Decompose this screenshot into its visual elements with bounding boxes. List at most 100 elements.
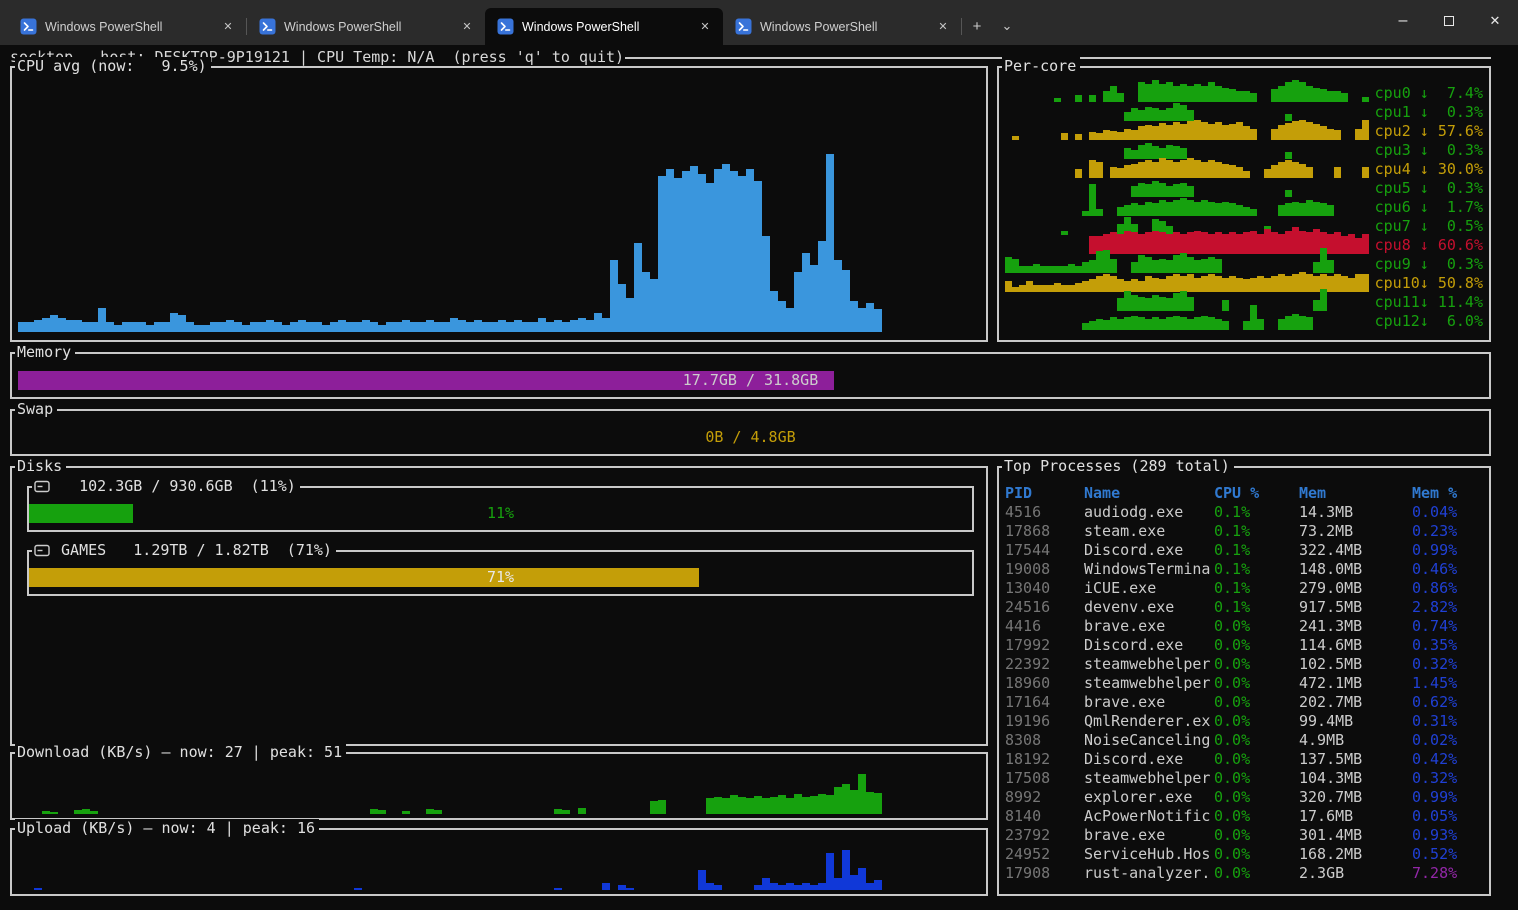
cell-cpu: 0.0% <box>1214 636 1299 655</box>
chart-bar <box>178 315 186 332</box>
chart-bar <box>514 320 522 332</box>
close-tab-icon[interactable]: ✕ <box>220 19 236 35</box>
tab-title: Windows PowerShell <box>45 20 212 34</box>
chart-bar <box>506 322 514 332</box>
cell-cpu: 0.0% <box>1214 750 1299 769</box>
chart-bar <box>442 322 450 332</box>
cell-pid: 24516 <box>1005 598 1084 617</box>
chart-bar <box>746 169 754 332</box>
chart-bar <box>42 811 50 814</box>
chart-bar <box>154 322 162 332</box>
disk-games-meter: 71% <box>29 568 972 587</box>
tab-title: Windows PowerShell <box>284 20 451 34</box>
swap-meter: 0B / 4.8GB <box>18 428 1483 447</box>
chart-bar <box>850 790 858 814</box>
disks-title: Disks <box>15 457 66 476</box>
cell-pid: 8992 <box>1005 788 1084 807</box>
process-row: 24516devenv.exe0.1%917.5MB2.82% <box>1005 598 1487 617</box>
tab-title: Windows PowerShell <box>760 20 927 34</box>
process-row: 22392steamwebhelper0.0%102.5MB0.32% <box>1005 655 1487 674</box>
chart-bar <box>314 322 322 332</box>
tab-windows-powershell-1[interactable]: Windows PowerShell ✕ <box>8 8 246 45</box>
disk-icon <box>34 544 50 557</box>
chart-bar <box>90 811 98 814</box>
process-row: 17544Discord.exe0.1%322.4MB0.99% <box>1005 541 1487 560</box>
titlebar-drag-region[interactable] <box>1022 0 1380 45</box>
terminal-viewport[interactable]: socktop — host: DESKTOP-9P19121 | CPU Te… <box>0 45 1518 910</box>
disk-games-pct-label: 71% <box>29 568 972 587</box>
cell-name: brave.exe <box>1084 617 1214 636</box>
chart-bar <box>402 811 410 814</box>
cell-cpu: 0.1% <box>1214 560 1299 579</box>
chart-bar <box>866 303 874 332</box>
chart-bar <box>554 888 562 891</box>
chart-bar <box>530 322 538 332</box>
chart-bar <box>66 320 74 332</box>
cell-cpu: 0.0% <box>1214 769 1299 788</box>
core-row-cpu12: cpu12↓ 6.0% <box>1005 312 1485 331</box>
chart-bar <box>458 320 466 332</box>
cell-cpu: 0.0% <box>1214 617 1299 636</box>
cell-mem: 2.3GB <box>1299 864 1412 883</box>
chart-bar <box>354 888 362 891</box>
close-tab-icon[interactable]: ✕ <box>459 19 475 35</box>
chart-bar <box>674 178 682 332</box>
cell-mem: 4.9MB <box>1299 731 1412 750</box>
chart-bar <box>818 241 826 332</box>
tab-strip: Windows PowerShell ✕ Windows PowerShell ✕ Wi… <box>0 0 962 45</box>
close-window-button[interactable]: ✕ <box>1472 0 1518 42</box>
chart-bar <box>466 322 474 332</box>
maximize-button[interactable] <box>1426 0 1472 42</box>
process-row: 19008WindowsTermina0.1%148.0MB0.46% <box>1005 560 1487 579</box>
close-tab-icon[interactable]: ✕ <box>697 19 713 35</box>
cell-mem: 320.7MB <box>1299 788 1412 807</box>
chart-bar <box>626 888 634 891</box>
cell-mem: 241.3MB <box>1299 617 1412 636</box>
chart-bar <box>402 320 410 332</box>
cell-mem: 322.4MB <box>1299 541 1412 560</box>
cell-mem: 917.5MB <box>1299 598 1412 617</box>
close-tab-icon[interactable]: ✕ <box>935 19 951 35</box>
per-core-panel: Per-core cpu0 ↓ 7.4%cpu1 ↓ 0.3%cpu2 ↓ 57… <box>997 66 1491 342</box>
chart-bar <box>802 253 810 332</box>
chart-bar <box>738 797 746 814</box>
powershell-icon <box>259 18 276 35</box>
chart-bar <box>762 798 770 814</box>
cell-mem-pct: 0.42% <box>1412 750 1487 769</box>
cell-pid: 4416 <box>1005 617 1084 636</box>
cell-mem: 148.0MB <box>1299 560 1412 579</box>
process-row: 8140AcPowerNotific0.0%17.6MB0.05% <box>1005 807 1487 826</box>
process-row: 17868steam.exe0.1%73.2MB0.23% <box>1005 522 1487 541</box>
cell-name: Discord.exe <box>1084 541 1214 560</box>
memory-panel: Memory 17.7GB / 31.8GB <box>10 352 1491 399</box>
chart-bar <box>778 795 786 814</box>
minimize-button[interactable]: – <box>1380 0 1426 42</box>
chart-bar <box>690 166 698 332</box>
chart-bar <box>842 850 850 890</box>
cell-name: NoiseCanceling <box>1084 731 1214 750</box>
process-row: 8992explorer.exe0.0%320.7MB0.99% <box>1005 788 1487 807</box>
chart-bar <box>866 792 874 814</box>
chart-bar <box>538 318 546 332</box>
core-label: cpu6 ↓ 1.7% <box>1375 198 1483 217</box>
tab-windows-powershell-2[interactable]: Windows PowerShell ✕ <box>247 8 485 45</box>
cell-name: steam.exe <box>1084 522 1214 541</box>
chart-bar <box>338 320 346 332</box>
chart-bar <box>842 784 850 814</box>
chart-bar <box>434 322 442 332</box>
cell-pid: 17164 <box>1005 693 1084 712</box>
chart-bar <box>90 322 98 332</box>
core-label: cpu4 ↓ 30.0% <box>1375 160 1483 179</box>
tab-dropdown-button[interactable]: ⌄ <box>992 11 1022 41</box>
new-tab-button[interactable]: + <box>962 11 992 41</box>
cell-cpu: 0.0% <box>1214 712 1299 731</box>
chart-bar <box>818 794 826 814</box>
chart-bar <box>850 301 858 332</box>
chart-bar <box>34 888 42 891</box>
powershell-icon <box>735 18 752 35</box>
chart-bar <box>786 798 794 814</box>
chart-bar <box>562 322 570 332</box>
tab-windows-powershell-3[interactable]: Windows PowerShell✕ <box>485 8 723 45</box>
chart-bar <box>706 183 714 332</box>
tab-windows-powershell-4[interactable]: Windows PowerShell ✕ <box>723 8 961 45</box>
